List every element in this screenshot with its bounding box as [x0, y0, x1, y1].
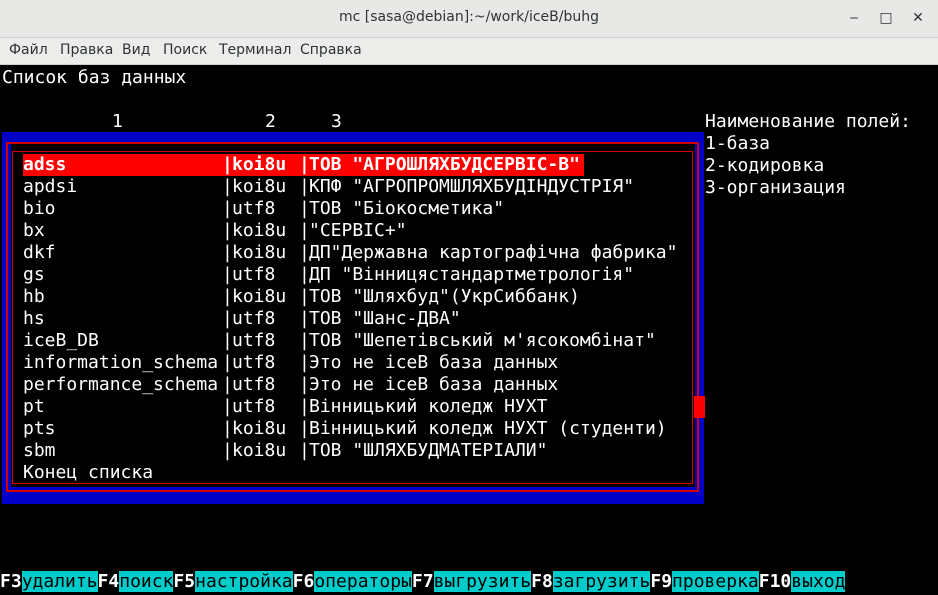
fkey-operators[interactable]: F6операторы [293, 571, 412, 593]
db-encoding: utf8 [232, 374, 276, 395]
page-title: Список баз данных [2, 67, 187, 88]
window-title: mc [sasa@debian]:~/work/iceB/buhg [339, 9, 599, 25]
db-organization: ТОВ "ШЛЯХБУДМАТЕРІАЛИ" [309, 440, 548, 461]
fkey-search[interactable]: F4поиск [98, 571, 174, 593]
db-name: sbm [23, 440, 56, 461]
fkey-number: F10 [758, 571, 792, 592]
db-name: hb [23, 286, 45, 307]
db-organization: КПФ "АГРОПРОМШЛЯХБУДІНДУСТРІЯ" [309, 176, 635, 197]
scrollbar-thumb[interactable] [694, 396, 705, 418]
db-encoding: koi8u [232, 418, 287, 439]
column-number-3: 3 [331, 111, 342, 132]
menu-search[interactable]: Поиск [163, 42, 207, 58]
db-organization: Вінницький коледж НУХТ [309, 396, 548, 417]
db-name: iceB_DB [23, 330, 99, 351]
fkey-number: F6 [292, 571, 315, 592]
fkey-settings[interactable]: F5настройка [173, 571, 293, 593]
fkey-number: F7 [411, 571, 434, 592]
db-organization: Это не iceB база данных [309, 374, 559, 395]
window-titlebar[interactable]: mc [sasa@debian]:~/work/iceB/buhg ‒ □ ✕ [0, 0, 938, 38]
fields-legend-item: 2-кодировка [705, 155, 825, 176]
menu-view[interactable]: Вид [122, 42, 150, 58]
fkey-import[interactable]: F8загрузить [531, 571, 651, 593]
end-of-list: Конец списка [23, 462, 154, 483]
fields-legend-title: Наименование полей: [705, 111, 911, 132]
fkey-number: F8 [531, 571, 553, 592]
db-name: gs [23, 264, 45, 285]
fkey-number: F5 [173, 571, 196, 592]
fkey-label: операторы [314, 571, 412, 592]
fkey-label: поиск [119, 571, 174, 592]
column-number-1: 1 [112, 111, 123, 132]
db-encoding: koi8u [232, 154, 287, 175]
db-organization: ТОВ "Біокосметика" [309, 198, 505, 219]
db-organization: "СЕРВІС+" [309, 220, 407, 241]
fkey-label: загрузить [552, 571, 651, 592]
db-encoding: koi8u [232, 242, 287, 263]
db-name: pt [23, 396, 45, 417]
db-organization: ТОВ "АГРОШЛЯХБУДСЕРВІС-В" [309, 154, 580, 175]
db-name: bio [23, 198, 56, 219]
db-name: hs [23, 308, 45, 329]
db-organization: Это не iceB база данных [309, 352, 559, 373]
db-encoding: koi8u [232, 176, 287, 197]
maximize-icon[interactable]: □ [876, 8, 896, 28]
db-organization: ДП"Державна картографічна фабрика" [309, 242, 678, 263]
db-encoding: koi8u [232, 440, 287, 461]
db-encoding: utf8 [232, 198, 276, 219]
db-organization: ТОВ "Шляхбуд"(УкрСиббанк) [309, 286, 580, 307]
menu-edit[interactable]: Правка [60, 42, 113, 58]
fkey-label: выгрузить [433, 571, 532, 592]
db-encoding: koi8u [232, 286, 287, 307]
fkey-number: F4 [97, 571, 120, 592]
db-name: apdsi [23, 176, 78, 197]
minimize-icon[interactable]: ‒ [844, 8, 864, 28]
db-organization: Вінницький коледж НУХТ (студенти) [309, 418, 667, 439]
fkey-label: удалить [21, 571, 98, 592]
fkey-number: F9 [650, 571, 673, 592]
fkey-delete[interactable]: F3удалить [0, 571, 98, 593]
db-encoding: utf8 [232, 352, 276, 373]
db-name: dkf [23, 242, 56, 263]
menu-help[interactable]: Справка [300, 42, 362, 58]
db-organization: ДП "Вінницястандартметрологія" [309, 264, 635, 285]
db-name: bx [23, 220, 45, 241]
fkey-number: F3 [0, 571, 22, 592]
menu-file[interactable]: Файл [9, 42, 48, 58]
db-encoding: utf8 [232, 264, 276, 285]
db-organization: ТОВ "Шанс-ДВА" [309, 308, 461, 329]
menu-terminal[interactable]: Терминал [219, 42, 291, 58]
db-encoding: utf8 [232, 330, 276, 351]
db-name: information_schema [23, 352, 219, 373]
fields-legend-item: 1-база [705, 133, 771, 154]
db-name: pts [23, 418, 56, 439]
db-encoding: koi8u [232, 220, 287, 241]
fields-legend-item: 3-организация [705, 177, 846, 198]
fkey-label: выход [791, 571, 846, 592]
fkey-label: проверка [672, 571, 759, 592]
fkey-label: настройка [195, 571, 293, 592]
close-icon[interactable]: ✕ [908, 8, 928, 28]
fkey-check[interactable]: F9проверка [650, 571, 759, 593]
db-organization: ТОВ "Шепетівський м'ясокомбінат" [309, 330, 656, 351]
fkey-exit[interactable]: F10выход [759, 571, 846, 593]
fkey-export[interactable]: F7выгрузить [411, 571, 532, 593]
db-encoding: utf8 [232, 396, 276, 417]
db-encoding: utf8 [232, 308, 276, 329]
db-name: performance_schema [23, 374, 219, 395]
column-number-2: 2 [265, 111, 276, 132]
db-name: adss [23, 154, 67, 175]
menubar: Файл Правка Вид Поиск Терминал Справка [0, 38, 938, 65]
function-key-bar: F3удалить F4поиск F5настройка F6оператор… [0, 571, 846, 593]
